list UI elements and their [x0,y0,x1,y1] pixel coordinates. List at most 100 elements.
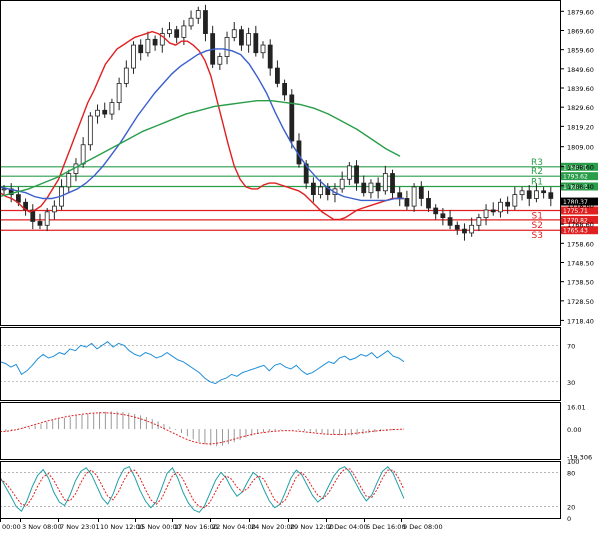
price-y-tick-label: 1879.60 [567,8,594,16]
candle-body [188,17,194,27]
candle-body [260,44,266,54]
candle-body [541,190,547,194]
x-tick-label: 6 Dec 16:00 [366,523,406,531]
candle-body [454,224,460,230]
candle-body [310,182,316,196]
candle-body [51,205,57,213]
price-y-tick-label: 1839.60 [567,85,594,93]
candle-body [548,192,554,199]
x-tick-label: 2 Dec 04:00 [328,523,368,531]
price-y-tick-label: 1869.60 [567,27,594,35]
candle-body [231,29,237,38]
candle-body [203,10,208,34]
candle-body [397,192,403,199]
candle-body [411,186,417,207]
candle-body [152,38,158,46]
candle-body [282,83,287,96]
x-tick-label: 00:00 [2,523,21,531]
candle-body [505,201,511,207]
candle-body [483,209,489,219]
candle-body [253,33,259,54]
candle-body [404,198,410,207]
price-y-tick-label: 1809.00 [567,144,594,152]
osc2-y-tick-label: 0.00 [567,426,581,434]
osc3-y-tick-label: 100 [567,458,579,466]
candle-body [102,109,108,115]
osc2-y-tick-label: 16.01 [567,403,586,411]
candle-body [375,182,381,192]
candle-body [361,182,367,194]
pivot-level-r2-value: 1793.62 [563,174,588,181]
osc3-y-tick-label: 80 [567,469,575,477]
candle-body [526,190,532,199]
x-tick-label: 9 Dec 08:00 [403,523,443,531]
candle-body [476,217,482,226]
osc1-y-tick-label: 70 [567,342,575,350]
price-y-tick-label: 1718.40 [567,317,594,325]
candle-body [37,221,43,226]
candle-body [95,109,100,117]
candle-body [131,44,136,69]
x-tick-label: 24 Nov 20:00 [251,523,295,531]
osc3-y-tick-label: 20 [567,504,575,512]
price-y-tick-label: 1768.60 [567,221,594,229]
candle-body [498,201,503,213]
candle-body [275,67,280,84]
candle-body [44,211,50,226]
candle-body [339,178,345,190]
pivot-level-s2-label: S2 [532,221,543,231]
candle-body [382,173,388,192]
candle-body [534,190,539,199]
candle-body [519,190,525,196]
candle-body [490,209,496,213]
pivot-level-r1-label: R1 [531,178,543,188]
candle-body [217,56,223,65]
candle-body [368,182,374,194]
candle-body [195,10,201,19]
candle-body [447,217,453,226]
chart-canvas: R3 1798.51R2 1793.62R1 1788.23S1 1775.71S2 17… [0,0,600,534]
candle-body [181,25,187,38]
candle-body [289,94,295,142]
candle-body [87,115,93,146]
candle-body [80,144,86,165]
candle-body [418,186,424,199]
price-y-tick-label: 1798.60 [567,164,594,172]
pivot-level-r2-label: R2 [531,167,543,177]
candle-body [239,29,244,46]
candle-body [246,33,252,46]
candle-body [433,207,439,215]
candle-body [318,186,323,196]
candle-body [1,188,7,191]
candle-body [354,165,359,184]
price-y-tick-label: 1788.40 [567,183,594,191]
candle-body [224,36,230,57]
price-y-tick-label: 1778.60 [567,202,594,210]
candle-body [469,224,475,234]
candle-body [346,165,352,180]
candle-body [462,228,467,234]
candle-body [145,38,151,54]
price-y-tick-label: 1728.50 [567,298,594,306]
candle-body [390,173,395,194]
price-y-tick-label: 1758.60 [567,240,594,248]
osc1-y-tick-label: 30 [567,379,575,387]
candle-body [66,173,72,188]
x-tick-label: 7 Nov 23:01 [60,523,100,531]
background [0,0,600,534]
x-tick-label: 3 Nov 08:00 [22,523,62,531]
x-tick-label: 22 Nov 04:00 [212,523,256,531]
price-y-tick-label: 1819.20 [567,123,594,131]
price-y-tick-label: 1829.60 [567,104,594,112]
pivot-level-s3-label: S3 [532,231,543,241]
candle-body [426,198,431,209]
candle-body [440,213,446,219]
candle-body [167,29,172,34]
candle-body [174,29,180,38]
price-y-tick-label: 1738.50 [567,279,594,287]
price-y-tick-label: 1859.60 [567,47,594,55]
candle-body [138,44,144,54]
price-y-tick-label: 1748.50 [567,259,594,267]
candle-body [116,83,122,103]
osc3-y-tick-label: 0 [567,515,571,523]
